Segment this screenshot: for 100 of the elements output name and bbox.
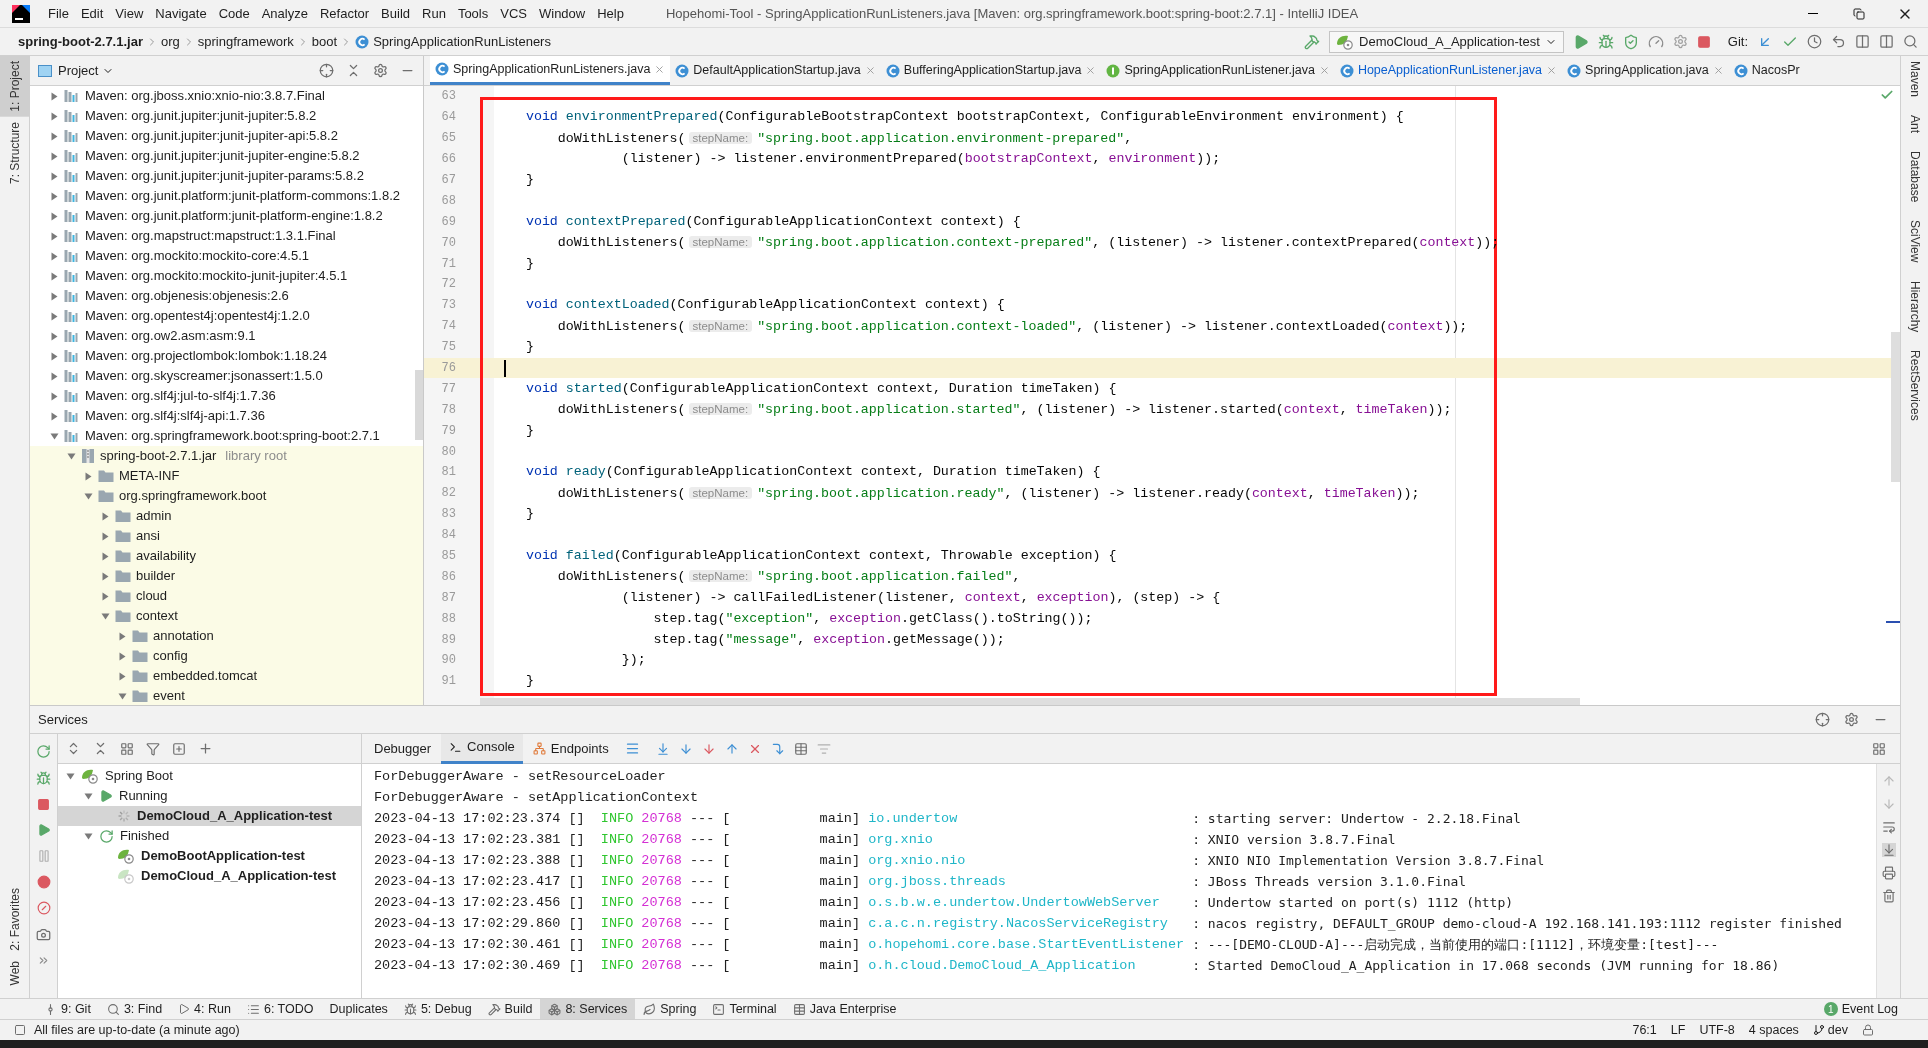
tree-item[interactable]: annotation [153,626,214,646]
coverage-icon[interactable] [1622,33,1639,50]
menu-item[interactable]: Build [375,3,416,24]
tree-item[interactable]: event [153,686,185,705]
menu-item[interactable]: Edit [74,3,110,24]
menu-item[interactable]: VCS [494,3,533,24]
debug-icon[interactable] [1597,33,1614,50]
menu-item[interactable]: Window [532,3,592,24]
tree-item[interactable]: Maven: org.opentest4j:opentest4j:1.2.0 [85,306,310,326]
editor-tab[interactable]: DefaultApplicationStartup.java [670,56,881,85]
gear-icon[interactable] [1672,34,1688,49]
stop-icon[interactable] [37,798,50,811]
step-over-icon[interactable] [655,741,670,756]
editor-tab[interactable]: SpringApplication.java [1562,56,1729,85]
expand-arrow-icon[interactable] [118,631,127,641]
add-service-icon[interactable] [172,741,186,756]
expand-arrow-icon[interactable] [50,91,59,101]
console-tab[interactable]: Endpoints [524,733,617,764]
menu-item[interactable]: View [109,3,150,24]
tree-item[interactable]: Maven: org.skyscreamer:jsonassert:1.5.0 [85,366,323,386]
tree-item[interactable]: Maven: org.springframework.boot:spring-boot:2.7.1 [85,426,380,446]
hammer-icon[interactable] [1304,33,1321,50]
rollback-icon[interactable] [1831,34,1846,49]
expand-arrow-icon[interactable] [101,531,110,541]
tree-item[interactable]: Running [119,786,168,806]
tree-item[interactable]: Finished [120,826,170,846]
trash-icon[interactable] [1881,889,1896,903]
scrollbar-thumb[interactable] [1891,332,1900,482]
profiler-icon[interactable] [1647,33,1664,50]
file-encoding[interactable]: UTF-8 [1699,1020,1735,1040]
tool-window-tab[interactable]: Java Enterprise [784,998,905,1020]
tool-window-tab[interactable]: 3: Find [98,998,171,1020]
print-icon[interactable] [1881,866,1896,880]
step-into-icon[interactable] [678,741,693,756]
breakpoints-icon[interactable] [36,875,51,889]
tree-item[interactable]: admin [136,506,172,526]
locate-icon[interactable] [319,63,334,78]
editor-tab[interactable]: SpringApplicationRunListener.java [1101,56,1335,85]
run-configuration-dropdown[interactable]: DemoCloud_A_Application-test [1329,30,1564,53]
menu-item[interactable]: Tools [451,3,495,24]
tree-item[interactable]: Maven: org.projectlombok:lombok:1.18.24 [85,346,328,366]
tool-window-tab[interactable]: 4: Run [170,998,239,1020]
tree-item[interactable]: builder [136,566,176,586]
tool-window-button[interactable]: SciView [1897,215,1928,268]
scrollbar-thumb[interactable] [415,370,423,440]
expand-arrow-icon[interactable] [118,651,127,661]
layout-icon[interactable] [1872,741,1886,756]
menu-item[interactable]: Run [416,3,452,24]
tree-item[interactable]: DemoCloud_A_Application-test [137,806,332,826]
tree-item[interactable]: DemoCloud_A_Application-test [141,866,336,886]
tree-item[interactable]: Maven: org.mapstruct:mapstruct:1.3.1.Final [85,226,336,246]
breadcrumb[interactable]: boot [311,31,338,52]
tool-window-tab[interactable]: Terminal [704,998,785,1020]
mute-breakpoints-icon[interactable] [36,901,51,915]
tool-window-button[interactable]: RestServices [1897,345,1928,426]
collapse-arrow-icon[interactable] [66,771,75,781]
expand-arrow-icon[interactable] [50,411,59,421]
editor-tab[interactable]: SpringApplicationRunListeners.java [430,56,671,85]
editor-tab[interactable]: BufferingApplicationStartup.java [880,56,1102,85]
tool-window-tab[interactable]: 8: Services [540,998,636,1020]
settings-icon[interactable] [373,63,388,78]
step-out-icon[interactable] [724,741,739,756]
tool-window-tab[interactable]: 5: Debug [395,998,480,1020]
tree-item[interactable]: META-INF [119,466,180,486]
breadcrumb[interactable]: springframework [197,31,294,52]
expand-arrow-icon[interactable] [101,571,110,581]
menu-item[interactable]: Refactor [313,3,376,24]
tree-item[interactable]: Maven: org.junit.platform:junit-platform-engine:1.8.2 [85,206,383,226]
expand-arrow-icon[interactable] [50,111,59,121]
tool-window-button[interactable]: Web [0,955,32,990]
tool-window-button[interactable]: 2: Favorites [0,882,32,956]
expand-arrow-icon[interactable] [50,391,59,401]
menu-item[interactable]: Navigate [149,3,213,24]
selected-tree-row[interactable]: DemoCloud_A_Application-test [58,806,361,826]
resume-icon[interactable] [36,823,51,837]
tool-window-tab[interactable]: 9: Git [36,998,99,1020]
expand-arrow-icon[interactable] [50,271,59,281]
rerun-icon[interactable] [36,744,51,759]
menu-item[interactable]: File [42,3,75,24]
expand-arrow-icon[interactable] [101,551,110,561]
collapse-arrow-icon[interactable] [50,431,59,441]
expand-arrow-icon[interactable] [50,291,59,301]
tool-window-button[interactable]: Database [1897,146,1928,208]
add-icon[interactable] [198,741,213,756]
search-icon[interactable] [1903,34,1918,49]
line-separator[interactable]: LF [1670,1020,1686,1040]
breadcrumb[interactable]: spring-boot-2.7.1.jar [18,31,143,52]
collapse-arrow-icon[interactable] [118,691,127,701]
tree-item[interactable]: Maven: org.slf4j:jul-to-slf4j:1.7.36 [85,386,276,406]
settings-icon[interactable] [1844,712,1859,727]
tree-item[interactable]: config [153,646,188,666]
tool-window-tab[interactable]: Spring [635,998,705,1020]
indent-setting[interactable]: 4 spaces [1748,1020,1799,1040]
tree-item[interactable]: Maven: org.junit.jupiter:junit-jupiter:5.8.2 [85,106,317,126]
collapse-arrow-icon[interactable] [67,451,76,461]
expand-arrow-icon[interactable] [50,231,59,241]
tree-item[interactable]: org.springframework.boot [119,486,267,506]
tool-window-tab[interactable]: Build [479,998,541,1020]
locate-icon[interactable] [1815,712,1830,727]
expand-arrow-icon[interactable] [50,191,59,201]
